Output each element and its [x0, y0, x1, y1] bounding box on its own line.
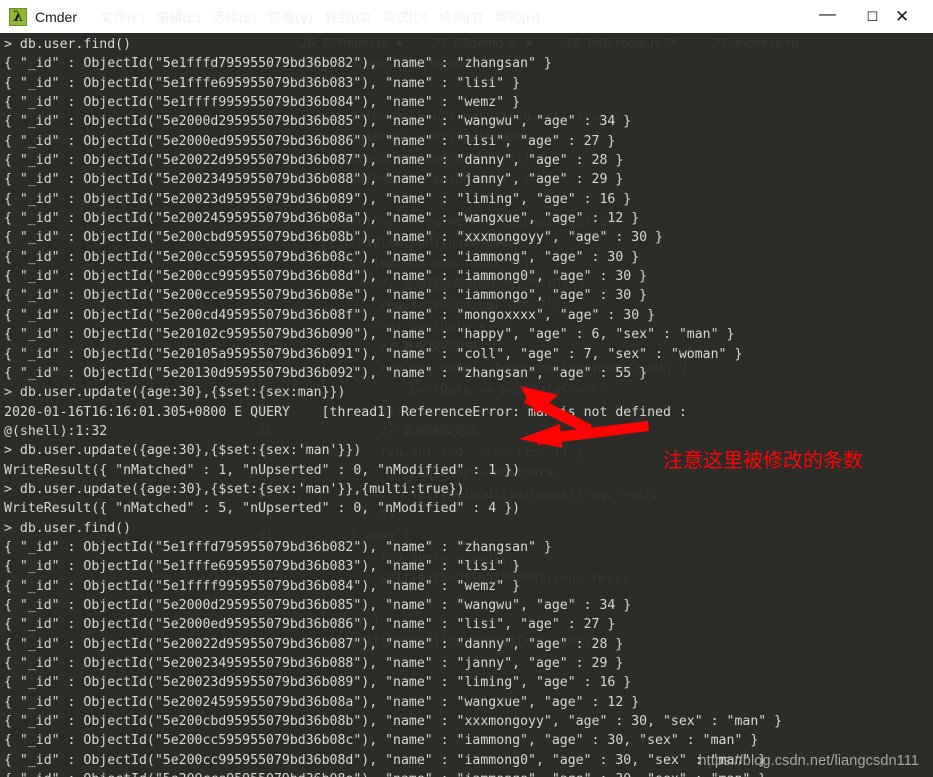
terminal-line: { "_id" : ObjectId("5e1fffd795955079bd36…	[4, 56, 552, 72]
terminal-line: { "_id" : ObjectId("5e1ffff995955079bd36…	[4, 95, 521, 111]
terminal-line: WriteResult({ "nMatched" : 5, "nUpserted…	[4, 501, 521, 517]
terminal-line: { "_id" : ObjectId("5e2000d295955079bd36…	[4, 597, 632, 613]
terminal-line: > db.user.find()	[4, 37, 132, 52]
terminal-line: { "_id" : ObjectId("5e1fffe695955079bd36…	[4, 559, 521, 575]
terminal-line: 2020-01-16T16:16:01.305+0800 E QUERY [th…	[4, 404, 687, 420]
terminal-line: { "_id" : ObjectId("5e20022d95955079bd36…	[4, 636, 624, 652]
terminal-line: { "_id" : ObjectId("5e20023d95955079bd36…	[4, 191, 632, 207]
terminal-line: { "_id" : ObjectId("5e20102c95955079bd36…	[4, 327, 735, 343]
terminal-pane[interactable]: JS 02router.js ● JS 03demo.js ● JS http-…	[0, 33, 933, 777]
terminal-line: > db.user.update({age:30},{$set:{sex:man…	[4, 385, 346, 401]
terminal-line: { "_id" : ObjectId("5e20022d95955079bd36…	[4, 153, 624, 169]
terminal-line: { "_id" : ObjectId("5e200cc595955079bd36…	[4, 733, 759, 749]
terminal-line: @(shell):1:32	[4, 423, 108, 439]
terminal-line: { "_id" : ObjectId("5e20024595955079bd36…	[4, 694, 640, 710]
ghost-menu-bar: 文件(F) 编辑(E) 选择(S) 查看(V) 转到(G) 调试(D) 终端(T…	[100, 10, 541, 25]
terminal-line: { "_id" : ObjectId("5e200cce95955079bd36…	[4, 770, 782, 777]
maximize-button[interactable]: ☐	[850, 0, 895, 33]
cmder-window: λ Cmder — ☐ ✕ 文件(F) 编辑(E) 选择(S) 查看(V) 转到…	[0, 0, 933, 777]
annotation-note: 注意这里被修改的条数	[663, 450, 863, 472]
lambda-icon: λ	[9, 7, 27, 26]
terminal-line: { "_id" : ObjectId("5e1fffe695955079bd36…	[4, 75, 521, 91]
terminal-line: { "_id" : ObjectId("5e200cbd95955079bd36…	[4, 714, 783, 730]
terminal-line: { "_id" : ObjectId("5e200cc995955079bd36…	[4, 752, 767, 768]
terminal-line: { "_id" : ObjectId("5e1fffd795955079bd36…	[4, 539, 552, 555]
terminal-line: { "_id" : ObjectId("5e20023495955079bd36…	[4, 656, 624, 671]
terminal-line: { "_id" : ObjectId("5e20023d95955079bd36…	[4, 675, 632, 691]
terminal-line: > db.user.find()	[4, 520, 132, 536]
terminal-line: { "_id" : ObjectId("5e20024595955079bd36…	[4, 211, 640, 227]
minimize-button[interactable]: —	[805, 0, 850, 36]
terminal-line: { "_id" : ObjectId("5e20105a95955079bd36…	[4, 346, 743, 362]
terminal-line: { "_id" : ObjectId("5e200cc595955079bd36…	[4, 249, 640, 265]
terminal-line: { "_id" : ObjectId("5e200cbd95955079bd36…	[4, 230, 663, 246]
window-title: Cmder	[35, 8, 78, 25]
watermark-url: https://blog.csdn.net/liangcsdn111	[698, 753, 919, 769]
terminal-line: { "_id" : ObjectId("5e200cd495955079bd36…	[4, 307, 656, 323]
terminal-line: { "_id" : ObjectId("5e20023495955079bd36…	[4, 172, 624, 188]
terminal-line: > db.user.update({age:30},{$set:{sex:'ma…	[4, 481, 465, 497]
terminal-line: { "_id" : ObjectId("5e1ffff995955079bd36…	[4, 578, 521, 594]
terminal-line: { "_id" : ObjectId("5e200cce95955079bd36…	[4, 288, 648, 304]
terminal-line: { "_id" : ObjectId("5e20130d95955079bd36…	[4, 365, 648, 381]
terminal-line: { "_id" : ObjectId("5e2000ed95955079bd36…	[4, 133, 616, 149]
terminal-line: { "_id" : ObjectId("5e2000d295955079bd36…	[4, 114, 632, 130]
terminal-output: > db.user.find() { "_id" : ObjectId("5e1f…	[0, 33, 782, 777]
terminal-line: { "_id" : ObjectId("5e200cc995955079bd36…	[4, 269, 648, 285]
close-button[interactable]: ✕	[895, 0, 933, 33]
terminal-line: { "_id" : ObjectId("5e2000ed95955079bd36…	[4, 617, 616, 633]
